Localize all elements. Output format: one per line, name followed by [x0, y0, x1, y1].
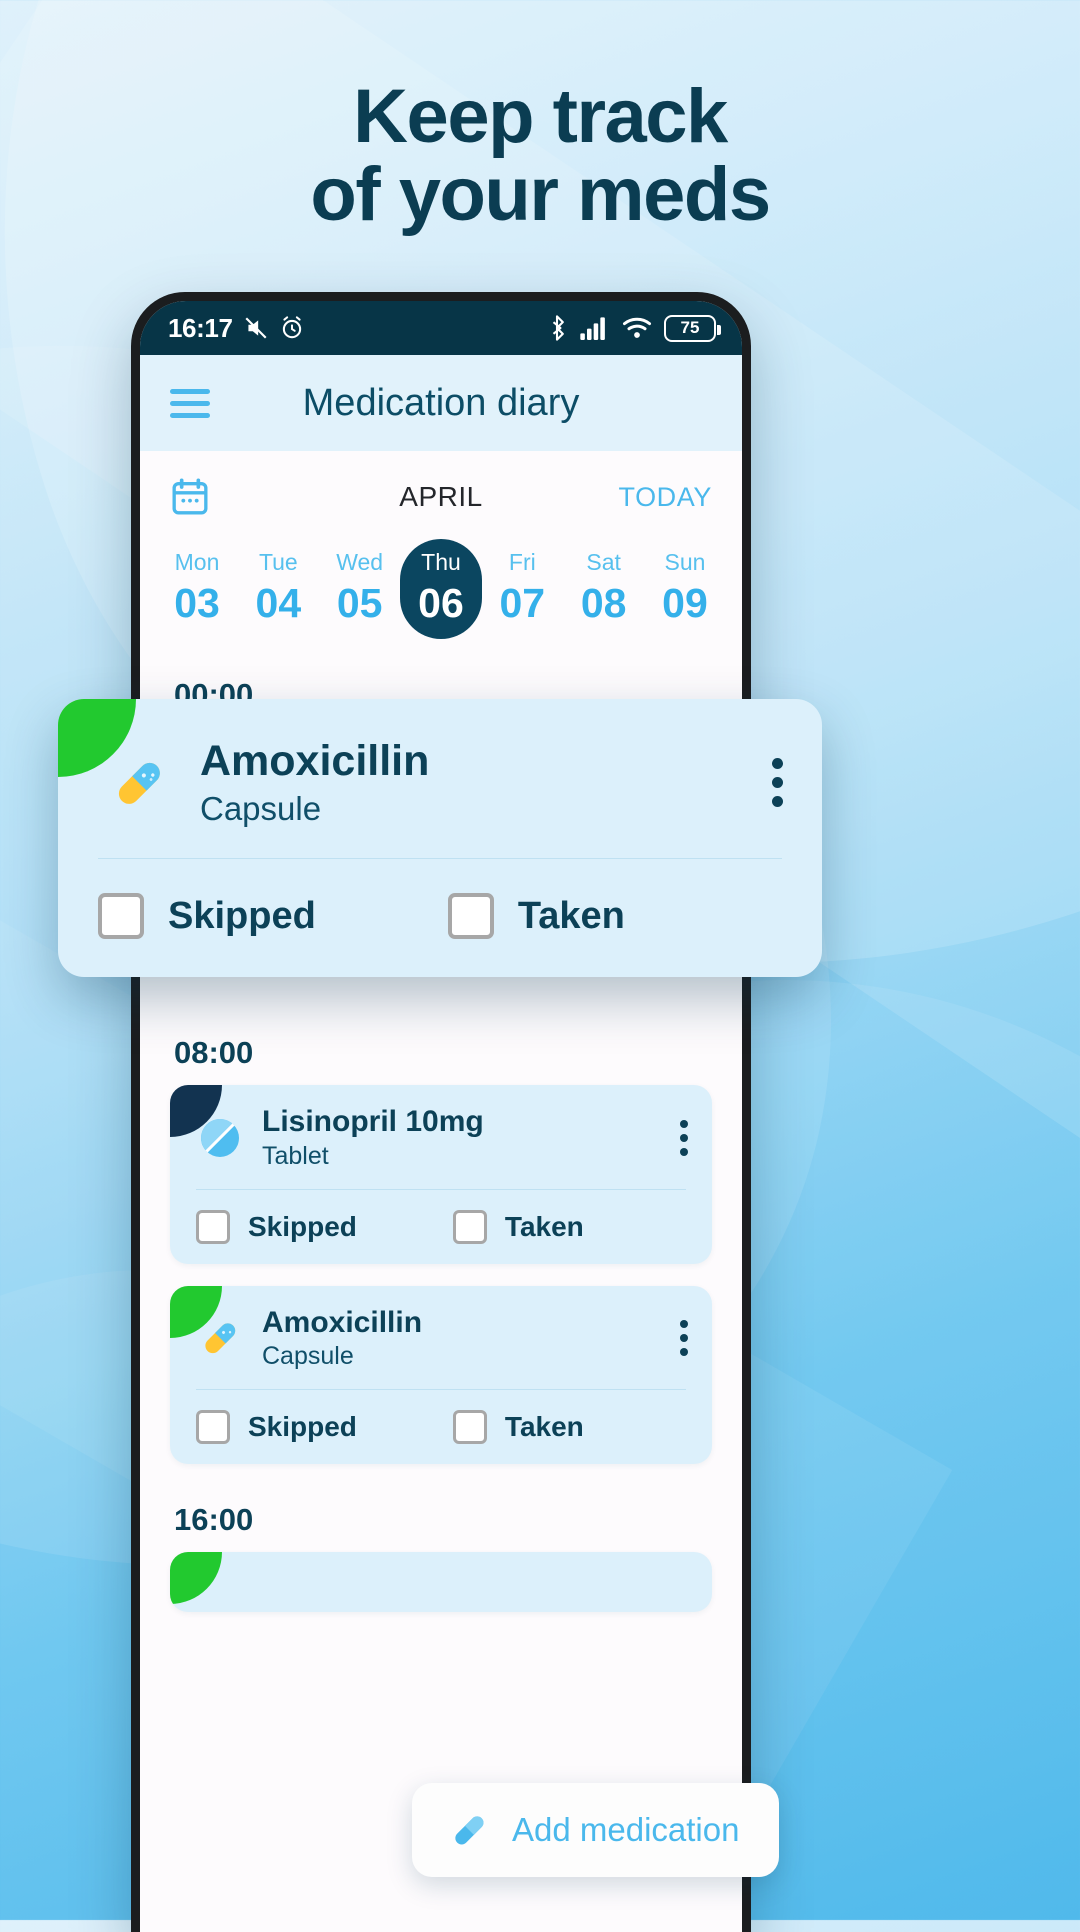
- taken-checkbox[interactable]: [452, 1410, 487, 1444]
- skipped-checkbox[interactable]: [196, 1410, 230, 1444]
- day-number: 09: [662, 580, 708, 626]
- day-of-week: Tue: [258, 549, 298, 575]
- day-number: 06: [418, 580, 464, 626]
- day-selector: Mon 03 Tue 04 Wed 05 Thu 06 Fri 07 Sat 0…: [140, 525, 742, 649]
- day-item-wed[interactable]: Wed 05: [321, 539, 399, 639]
- taken-label: Taken: [504, 1210, 584, 1242]
- day-number: 05: [336, 580, 383, 626]
- status-time: 16:17: [168, 312, 233, 343]
- mute-icon: [244, 317, 267, 339]
- day-of-week: Sun: [664, 549, 706, 575]
- status-corner-indicator: [170, 1552, 222, 1604]
- kebab-menu-icon[interactable]: [680, 1119, 690, 1156]
- medication-name: Amoxicillin: [262, 1305, 423, 1339]
- day-number: 03: [174, 580, 220, 626]
- time-slot-label-0800: 08:00: [174, 1035, 254, 1070]
- day-number: 08: [580, 580, 627, 626]
- calendar-strip: APRIL TODAY Mon 03 Tue 04 Wed 05 Thu 06 …: [140, 451, 742, 653]
- taken-checkbox[interactable]: [452, 1209, 487, 1244]
- day-item-sun[interactable]: Sun 09: [646, 539, 724, 639]
- status-bar: 16:17 75: [140, 301, 742, 355]
- skipped-checkbox-row[interactable]: Skipped: [98, 893, 316, 940]
- phone-mockup: 16:17 75 Medication diary APRIL TODAY Mo…: [131, 292, 751, 1932]
- marketing-headline: Keep track of your meds: [0, 78, 1080, 233]
- calendar-header: APRIL TODAY: [140, 469, 742, 525]
- taken-checkbox-row[interactable]: Taken: [452, 1209, 584, 1244]
- cellular-signal-icon: [580, 317, 605, 340]
- status-right-icons: 75: [546, 314, 721, 342]
- phone-screen: 16:17 75 Medication diary APRIL TODAY Mo…: [140, 301, 742, 1932]
- day-number: 04: [255, 580, 302, 626]
- skipped-checkbox[interactable]: [98, 893, 144, 940]
- day-of-week: Fri: [508, 549, 536, 575]
- medication-form: Tablet: [262, 1141, 329, 1170]
- headline-line-1: Keep track: [353, 74, 728, 159]
- skipped-checkbox-row[interactable]: Skipped: [196, 1209, 357, 1244]
- battery-indicator: 75: [664, 314, 721, 342]
- bluetooth-icon: [552, 315, 564, 341]
- add-medication-label: Add medication: [512, 1811, 740, 1848]
- day-of-week: Sat: [586, 549, 621, 575]
- taken-label: Taken: [504, 1411, 584, 1442]
- kebab-menu-icon[interactable]: [680, 1320, 690, 1357]
- headline-line-2: of your meds: [310, 151, 771, 237]
- day-item-thu-selected[interactable]: Thu 06: [402, 539, 480, 639]
- status-left-icons: [243, 315, 305, 341]
- medication-card-lisinopril[interactable]: Lisinopril 10mg Tablet Skipped Taken: [170, 1085, 712, 1264]
- capsule-icon: [118, 762, 160, 804]
- day-of-week: Thu: [421, 549, 461, 575]
- time-slot-label-1600: 16:00: [174, 1502, 254, 1537]
- taken-checkbox[interactable]: [447, 893, 494, 940]
- app-bar: Medication diary: [140, 355, 742, 451]
- medication-name: Amoxicillin: [200, 737, 430, 785]
- skipped-label: Skipped: [168, 894, 316, 937]
- medication-actions: Skipped Taken: [170, 1390, 712, 1464]
- skipped-label: Skipped: [248, 1210, 357, 1242]
- day-of-week: Mon: [174, 549, 220, 575]
- day-of-week: Wed: [336, 549, 384, 575]
- day-item-fri[interactable]: Fri 07: [483, 539, 561, 639]
- medication-actions: Skipped Taken: [58, 859, 822, 977]
- alarm-icon: [282, 316, 301, 339]
- calendar-icon[interactable]: [170, 476, 210, 518]
- medication-form: Capsule: [200, 790, 322, 828]
- medication-card-amoxicillin[interactable]: Amoxicillin Capsule Skipped Taken: [170, 1285, 712, 1464]
- taken-label: Taken: [517, 894, 625, 937]
- today-button[interactable]: TODAY: [618, 482, 712, 513]
- day-item-tue[interactable]: Tue 04: [239, 539, 317, 639]
- popup-card-header: Amoxicillin Capsule: [58, 699, 822, 858]
- taken-checkbox-row[interactable]: Taken: [447, 893, 625, 940]
- medication-actions: Skipped Taken: [170, 1190, 712, 1264]
- taken-checkbox-row[interactable]: Taken: [452, 1410, 584, 1444]
- page-title: Medication diary: [302, 381, 580, 424]
- kebab-menu-icon[interactable]: [772, 758, 784, 808]
- day-item-mon[interactable]: Mon 03: [158, 539, 236, 639]
- capsule-icon: [455, 1816, 484, 1845]
- medication-card-header: Lisinopril 10mg Tablet: [170, 1085, 712, 1189]
- medication-card-partial[interactable]: [170, 1552, 712, 1612]
- medication-card-header: Amoxicillin Capsule: [170, 1286, 712, 1390]
- add-medication-button[interactable]: Add medication: [412, 1783, 780, 1877]
- skipped-checkbox[interactable]: [196, 1209, 230, 1244]
- highlighted-medication-card[interactable]: Amoxicillin Capsule Skipped Taken: [58, 699, 822, 978]
- battery-percent: 75: [680, 318, 700, 337]
- skipped-checkbox-row[interactable]: Skipped: [196, 1410, 357, 1444]
- hamburger-icon[interactable]: [170, 388, 210, 418]
- medication-form: Capsule: [262, 1342, 354, 1370]
- skipped-label: Skipped: [248, 1411, 357, 1442]
- medication-name: Lisinopril 10mg: [262, 1105, 484, 1138]
- day-item-sat[interactable]: Sat 08: [565, 539, 643, 639]
- wifi-icon: [623, 317, 651, 338]
- day-number: 07: [499, 580, 546, 626]
